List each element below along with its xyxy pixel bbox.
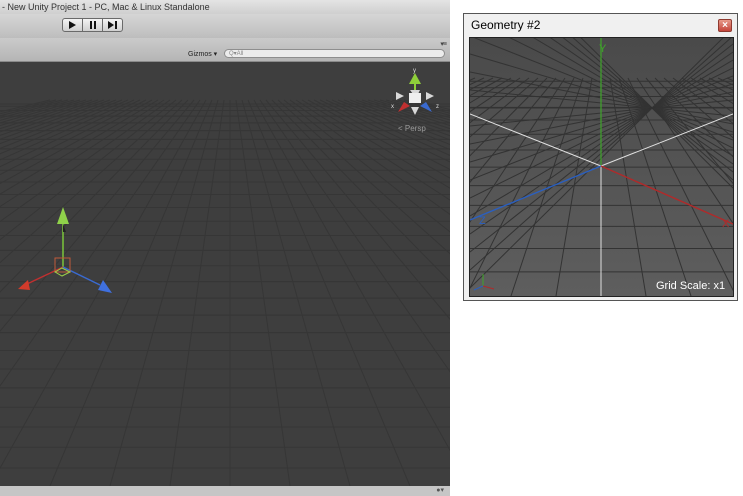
gizmo-z-label: z	[436, 104, 439, 110]
window-title: Geometry #2	[471, 18, 541, 32]
play-icon	[69, 21, 76, 29]
gizmos-dropdown[interactable]: Gizmos ▾	[188, 50, 217, 58]
x-axis-label: X	[722, 218, 730, 230]
geometry-viewport[interactable]: Y Z X Grid Scale: x1	[469, 37, 734, 297]
scene-view[interactable]: y x z < Persp	[0, 62, 450, 486]
grid-scale-label: Grid Scale: x1	[656, 280, 725, 292]
scene-toolbar: ▾≡ Gizmos ▾ Q▾All	[0, 38, 450, 62]
y-axis-label: Y	[599, 43, 607, 55]
gizmo-x-label: x	[391, 104, 394, 110]
status-icon: ●▾	[436, 487, 444, 494]
status-bar: ●▾	[0, 486, 450, 496]
window-title: - New Unity Project 1 - PC, Mac & Linux …	[0, 0, 450, 14]
step-button[interactable]	[102, 18, 123, 32]
step-icon	[108, 21, 117, 29]
toolbar	[0, 14, 450, 38]
close-icon: ×	[722, 20, 728, 31]
pause-icon	[89, 21, 96, 29]
close-button[interactable]: ×	[718, 19, 732, 32]
projection-label[interactable]: < Persp	[398, 124, 426, 133]
play-button[interactable]	[62, 18, 83, 32]
gizmo-y-label: y	[413, 68, 416, 74]
geometry-titlebar[interactable]: Geometry #2 ×	[464, 14, 737, 36]
z-axis-label: Z	[479, 215, 486, 227]
panel-menu-icon[interactable]: ▾≡	[440, 40, 447, 48]
playback-controls	[62, 18, 123, 32]
geometry-window: Geometry #2 × Y Z X Grid Scale: x1	[463, 13, 738, 301]
pause-button[interactable]	[82, 18, 103, 32]
unity-editor: - New Unity Project 1 - PC, Mac & Linux …	[0, 0, 450, 496]
search-input[interactable]: Q▾All	[224, 49, 445, 58]
